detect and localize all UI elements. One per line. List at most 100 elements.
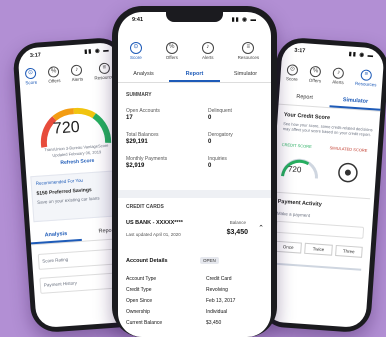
- nav-score[interactable]: ⊙ Score: [129, 42, 142, 60]
- card-updated: Last updated April 01, 2020: [126, 232, 181, 237]
- detail-label: Current Balance: [126, 320, 163, 326]
- tab-analysis[interactable]: Analysis: [30, 226, 82, 245]
- status-time: 9:41: [132, 17, 144, 23]
- detail-value: Revolving: [206, 287, 228, 293]
- detail-value: $3,450: [206, 320, 222, 326]
- signal-icon: ▮▮ ◉ ▬: [231, 17, 257, 23]
- status-bar: 3:17 ▮▮ ◉ ▬: [282, 46, 384, 63]
- field-label: Payment History: [43, 280, 78, 288]
- payment-select[interactable]: [275, 220, 365, 239]
- summary-value-item: 0: [208, 139, 212, 145]
- summary-row: Monthly Payments $2,919 Inquiries 0: [126, 156, 264, 180]
- promo-title: $150 Preferred Savings: [36, 187, 92, 197]
- credit-cards-label: CREDIT CARDS: [126, 204, 164, 210]
- section-title: Your Credit Score: [283, 112, 331, 122]
- top-nav: ⊙ Score % Offers ♪ Alerts ≡ Resources: [118, 42, 271, 60]
- detail-row: Account Type Credit Card: [126, 276, 266, 287]
- nav-label: Resources: [237, 55, 260, 60]
- nav-offers[interactable]: % Offers: [47, 66, 61, 84]
- nav-label: Offers: [165, 55, 178, 60]
- section-divider: [118, 190, 271, 198]
- nav-alerts[interactable]: ♪ Alerts: [332, 67, 345, 85]
- nav-alerts[interactable]: ♪ Alerts: [70, 64, 84, 83]
- bell-icon: ♪: [201, 42, 214, 54]
- nav-label: Score: [25, 79, 38, 86]
- slider[interactable]: [273, 262, 362, 271]
- section-text: See how your score, some credit-related …: [282, 121, 373, 138]
- offers-icon: %: [165, 42, 178, 54]
- detail-row: Open Since Feb 13, 2017: [126, 298, 266, 309]
- payment-activity-card: Payment Activity Make a payment Once Twi…: [270, 191, 371, 289]
- tab-simulator[interactable]: Simulator: [220, 68, 271, 82]
- summary-row: Open Accounts 17 Delinquent 0: [126, 108, 264, 132]
- nav-offers[interactable]: % Offers: [308, 65, 322, 84]
- signal-icon: ▮▮ ◉ ▬: [348, 51, 375, 60]
- summary-value-item: $29,191: [126, 139, 148, 145]
- detail-row: Current Balance $3,450: [126, 320, 266, 331]
- nav-label: Offers: [308, 77, 322, 84]
- right-phone-screen: 3:17 ▮▮ ◉ ▬ ⊙ Score % Offers ♪ Alerts ≡ Reso…: [263, 41, 385, 329]
- account-details-list: Account Type Credit Card Credit Type Revol…: [126, 276, 266, 331]
- summary-label: SUMMARY: [126, 92, 152, 98]
- recommended-label: Recommended For You: [35, 177, 84, 186]
- simulated-gauge: [338, 162, 358, 183]
- tab-analysis[interactable]: Analysis: [118, 68, 169, 82]
- nav-score[interactable]: ⊙ Score: [24, 67, 38, 86]
- score-value: 720: [52, 118, 81, 138]
- nav-alerts[interactable]: ♪ Alerts: [201, 42, 214, 60]
- detail-row: Credit Type Revolving: [126, 287, 266, 298]
- promo-text: Save on your existing car loans: [36, 195, 100, 205]
- offers-icon: %: [309, 65, 322, 78]
- bottom-nav: ⊙ Score % Offers ♪ Alerts ≡ Resources: [19, 62, 122, 86]
- gauge-1-value: 720: [287, 164, 302, 175]
- status-bar: 3:17 ▮▮ ◉ ▬: [18, 46, 120, 63]
- detail-value: Credit Card: [206, 276, 232, 282]
- nav-label: Alerts: [201, 55, 214, 60]
- book-icon: ≡: [98, 62, 111, 75]
- chevron-up-icon[interactable]: ⌃: [258, 224, 264, 232]
- tab-report[interactable]: Report: [279, 90, 331, 108]
- top-nav: ⊙ Score % Offers ♪ Alerts ≡ Resources: [280, 64, 383, 88]
- tab-report[interactable]: Report: [169, 68, 220, 82]
- detail-label: Open Since: [126, 298, 153, 304]
- account-details-label: Account Details: [126, 258, 168, 264]
- score-icon: ⊙: [129, 42, 142, 54]
- card-row[interactable]: US BANK - XXXXX**** Last updated April 0…: [126, 218, 266, 248]
- nav-label: Resources: [354, 80, 377, 88]
- right-phone: 3:17 ▮▮ ◉ ▬ ⊙ Score % Offers ♪ Alerts ≡ Reso…: [258, 36, 386, 334]
- summary-value-item: 0: [208, 163, 212, 169]
- three-button[interactable]: Three: [334, 244, 363, 258]
- nav-label: Offers: [48, 77, 61, 84]
- tab-simulator[interactable]: Simulator: [329, 93, 382, 111]
- gauge-2-label: SIMULATED SCORE: [329, 145, 368, 153]
- detail-label: Credit Type: [126, 287, 152, 293]
- account-details-header: Account Details OPEN: [126, 256, 266, 268]
- right-tabs: Report Simulator: [278, 89, 382, 112]
- status-bar: 9:41 ▮▮ ◉ ▬: [118, 16, 271, 26]
- score-icon: ⊙: [286, 64, 299, 76]
- summary-label-item: Derogatory: [208, 132, 233, 138]
- nav-score[interactable]: ⊙ Score: [286, 64, 299, 82]
- nav-resources[interactable]: ≡ Resources: [237, 42, 260, 60]
- nav-resources[interactable]: ≡ Resources: [355, 69, 378, 87]
- nav-label: Score: [130, 55, 142, 60]
- summary-value-item: $2,919: [126, 163, 145, 169]
- nav-offers[interactable]: % Offers: [166, 42, 178, 60]
- center-phone-screen: 9:41 ▮▮ ◉ ▬ ⊙ Score % Offers ♪ Alerts ≡ Reso…: [118, 12, 271, 337]
- nav-label: Alerts: [71, 76, 84, 83]
- book-icon: ≡: [360, 69, 373, 82]
- detail-value: Feb 13, 2017: [206, 298, 236, 304]
- summary-row: Total Balances $29,191 Derogatory 0: [126, 132, 264, 156]
- payment-buttons: Once Twice Three: [274, 240, 363, 258]
- offers-icon: %: [47, 66, 60, 78]
- once-button[interactable]: Once: [274, 240, 303, 254]
- summary-label-item: Total Balances: [126, 132, 159, 138]
- summary-grid: Open Accounts 17 Delinquent 0 Total Balanc…: [126, 108, 264, 180]
- center-tabs: Analysis Report Simulator: [118, 68, 271, 83]
- summary-label-item: Open Accounts: [126, 108, 160, 114]
- balance-value: $3,450: [226, 229, 248, 236]
- twice-button[interactable]: Twice: [304, 242, 333, 256]
- summary-value-item: 0: [208, 115, 212, 121]
- detail-label: Ownership: [126, 309, 150, 315]
- book-icon: ≡: [242, 42, 255, 54]
